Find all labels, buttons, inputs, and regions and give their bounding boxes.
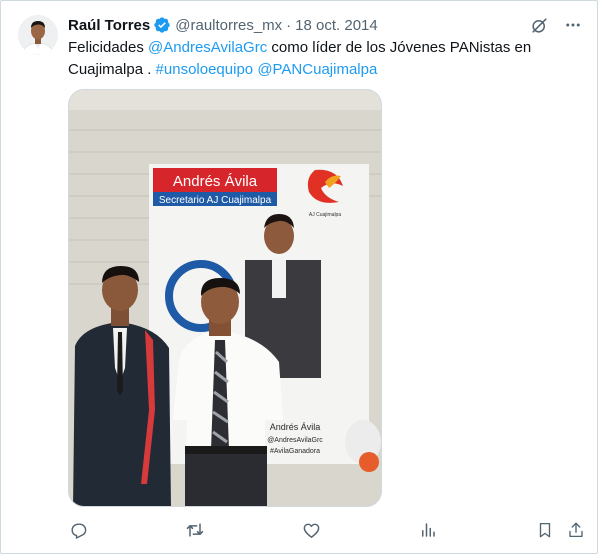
tweet-card[interactable]: Raúl Torres @raultorres_mx · 18 oct. 201… [0, 0, 598, 554]
banner-title: Andrés Ávila [173, 173, 258, 190]
poster-hashtag: #AvilaGanadora [270, 448, 320, 455]
hashtag-link[interactable]: #unsoloequipo [156, 61, 254, 78]
separator-dot: · [286, 16, 292, 34]
views-icon[interactable] [418, 519, 438, 541]
tweet-top-actions [529, 15, 583, 35]
verified-badge-icon [153, 16, 171, 34]
share-icon[interactable] [566, 519, 586, 541]
logo-caption: AJ Cuajimalpa [309, 212, 341, 218]
poster-name: Andrés Ávila [270, 422, 321, 432]
avatar[interactable] [18, 15, 58, 55]
grok-icon[interactable] [529, 15, 549, 35]
mention-link[interactable]: @PANCuajimalpa [257, 61, 377, 78]
bookmark-icon[interactable] [535, 519, 555, 541]
retweet-icon[interactable] [185, 519, 205, 541]
tweet-header: Raúl Torres @raultorres_mx · 18 oct. 201… [68, 15, 378, 35]
tweet-text: Felicidades @AndresAvilaGrc como líder d… [68, 37, 573, 81]
poster-handle: @AndresAvilaGrc [267, 437, 323, 444]
tweet-text-span: Felicidades [68, 39, 149, 56]
tweet-actions [68, 519, 588, 541]
author-handle[interactable]: @raultorres_mx [175, 17, 282, 34]
reply-icon[interactable] [68, 519, 88, 541]
like-icon[interactable] [301, 519, 321, 541]
author-name[interactable]: Raúl Torres [68, 17, 150, 34]
tweet-photo[interactable]: Andrés Ávila Secretario AJ Cuajimalpa AJ… [68, 89, 382, 507]
more-options-icon[interactable] [563, 15, 583, 35]
mention-link[interactable]: @AndresAvilaGrc [148, 39, 267, 56]
banner-subtitle: Secretario AJ Cuajimalpa [159, 195, 272, 206]
tweet-date[interactable]: 18 oct. 2014 [295, 17, 378, 34]
